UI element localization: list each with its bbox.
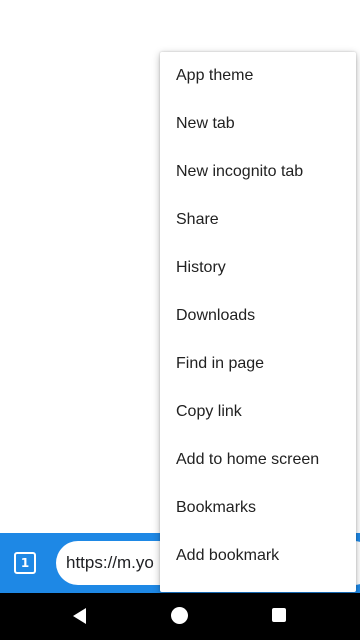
recents-icon[interactable] — [272, 608, 286, 622]
back-icon[interactable] — [73, 608, 86, 624]
home-icon[interactable] — [171, 607, 188, 624]
browser-screen: 1 https://m.yo App theme New tab New inc… — [0, 0, 360, 640]
menu-item-label: Share — [176, 211, 219, 228]
menu-item-history[interactable]: History — [160, 244, 356, 292]
menu-item-new-tab[interactable]: New tab — [160, 100, 356, 148]
menu-item-label: Downloads — [176, 307, 256, 324]
menu-item-label: App theme — [176, 67, 254, 84]
menu-item-downloads[interactable]: Downloads — [160, 292, 356, 340]
menu-item-label: Add bookmark — [176, 547, 280, 564]
menu-item-new-incognito-tab[interactable]: New incognito tab — [160, 148, 356, 196]
menu-item-app-theme[interactable]: App theme — [160, 52, 356, 100]
tab-count: 1 — [20, 556, 30, 570]
menu-item-bookmarks[interactable]: Bookmarks — [160, 484, 356, 532]
menu-item-add-to-home-screen[interactable]: Add to home screen — [160, 436, 356, 484]
menu-item-label: History — [176, 259, 226, 276]
menu-item-find-in-page[interactable]: Find in page — [160, 340, 356, 388]
system-nav-bar — [0, 593, 360, 640]
menu-item-label: New incognito tab — [176, 163, 304, 180]
menu-item-add-bookmark[interactable]: Add bookmark — [160, 532, 356, 580]
menu-item-label: Add to home screen — [176, 451, 320, 468]
overflow-menu: App theme New tab New incognito tab Shar… — [160, 52, 356, 592]
menu-item-label: Bookmarks — [176, 499, 257, 516]
menu-item-share[interactable]: Share — [160, 196, 356, 244]
menu-item-copy-link[interactable]: Copy link — [160, 388, 356, 436]
url-text: https://m.yo — [66, 553, 154, 572]
menu-item-label: Copy link — [176, 403, 242, 420]
tab-switcher-button[interactable]: 1 — [14, 552, 36, 574]
menu-item-label: New tab — [176, 115, 235, 132]
menu-item-label: Find in page — [176, 355, 265, 372]
